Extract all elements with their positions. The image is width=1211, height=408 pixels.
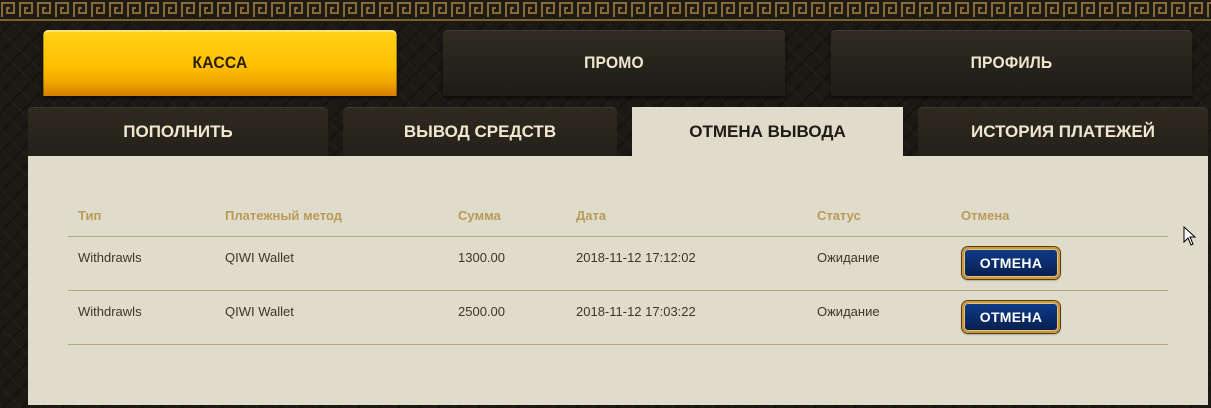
header-amount: Сумма — [458, 208, 501, 223]
table-header: Тип Платежный метод Сумма Дата Статус От… — [68, 208, 1168, 237]
tab-deposit[interactable]: ПОПОЛНИТЬ — [28, 107, 328, 156]
mouse-cursor-icon — [1183, 225, 1197, 251]
table-row: Withdrawls QIWI Wallet 1300.00 2018-11-1… — [68, 237, 1168, 291]
tab-cancel-withdrawal[interactable]: ОТМЕНА ВЫВОДА — [632, 107, 903, 156]
tab-profile[interactable]: ПРОФИЛЬ — [830, 30, 1193, 96]
cell-amount: 2500.00 — [458, 304, 505, 319]
header-cancel: Отмена — [961, 208, 1010, 223]
header-payment-method: Платежный метод — [225, 208, 342, 223]
cancel-button[interactable]: ОТМЕНА — [962, 247, 1060, 279]
cancel-withdrawal-panel: Тип Платежный метод Сумма Дата Статус От… — [28, 156, 1208, 405]
cell-payment-method: QIWI Wallet — [225, 304, 294, 319]
cell-date: 2018-11-12 17:03:22 — [576, 304, 696, 319]
cancel-button[interactable]: ОТМЕНА — [962, 301, 1060, 333]
cell-type: Withdrawls — [78, 250, 142, 265]
cell-amount: 1300.00 — [458, 250, 505, 265]
cell-status: Ожидание — [817, 250, 880, 265]
header-type: Тип — [78, 208, 102, 223]
tab-withdraw[interactable]: ВЫВОД СРЕДСТВ — [343, 107, 617, 156]
cell-type: Withdrawls — [78, 304, 142, 319]
header-status: Статус — [817, 208, 861, 223]
greek-key-border — [0, 0, 1211, 21]
header-date: Дата — [576, 208, 607, 223]
cell-date: 2018-11-12 17:12:02 — [576, 250, 696, 265]
cell-payment-method: QIWI Wallet — [225, 250, 294, 265]
table-row: Withdrawls QIWI Wallet 2500.00 2018-11-1… — [68, 291, 1168, 345]
cell-status: Ожидание — [817, 304, 880, 319]
tab-payment-history[interactable]: ИСТОРИЯ ПЛАТЕЖЕЙ — [918, 107, 1208, 156]
tab-promo[interactable]: ПРОМО — [442, 30, 786, 96]
tab-kassa[interactable]: КАССА — [43, 30, 397, 96]
withdrawals-table: Тип Платежный метод Сумма Дата Статус От… — [68, 208, 1168, 345]
